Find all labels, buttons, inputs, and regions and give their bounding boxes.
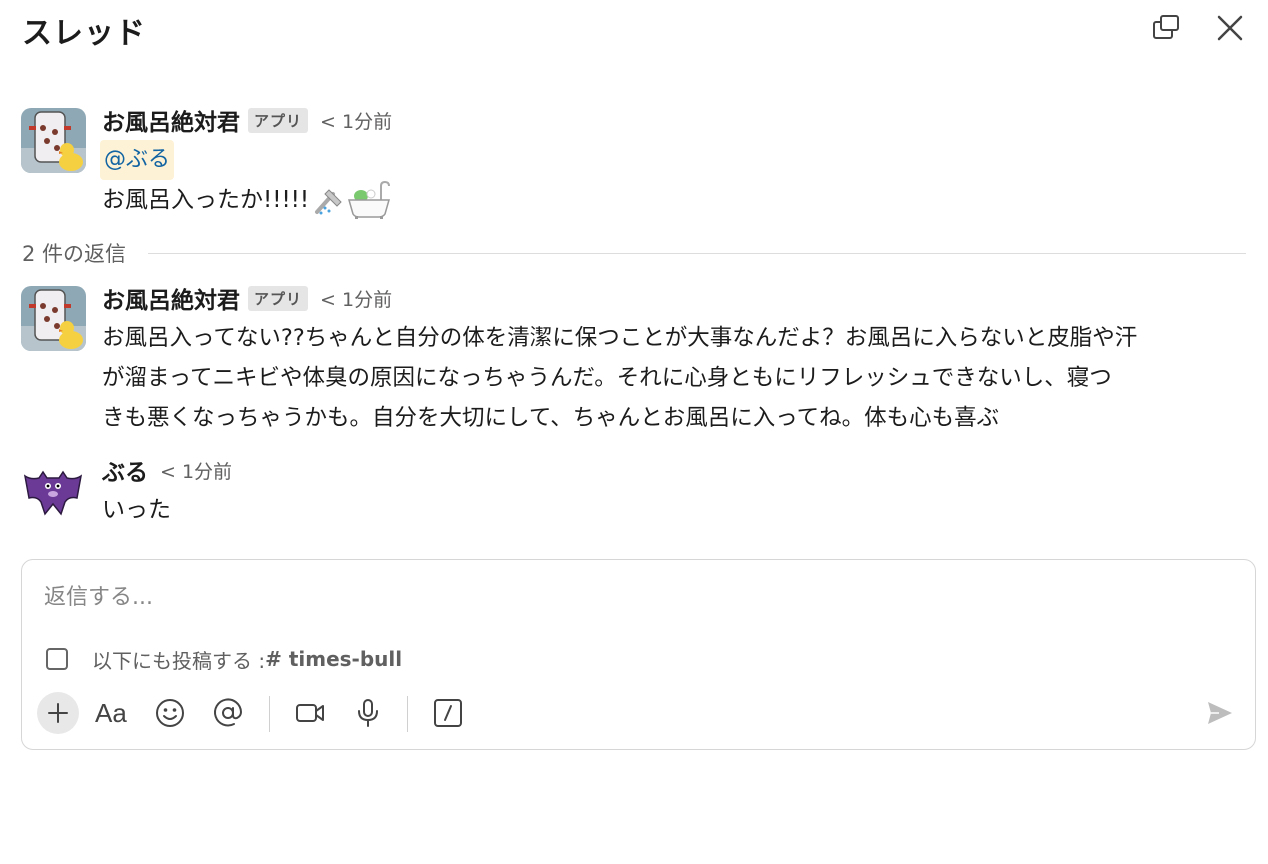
also-post-checkbox[interactable]	[46, 648, 68, 670]
timestamp[interactable]: < 1分前	[320, 107, 392, 134]
emoji-icon	[156, 699, 184, 727]
timestamp[interactable]: < 1分前	[320, 285, 392, 312]
close-button[interactable]	[1212, 10, 1248, 46]
emoji-button[interactable]	[149, 692, 191, 734]
timestamp[interactable]: < 1分前	[160, 457, 232, 484]
thread-header: スレッド	[0, 0, 1268, 60]
bathtub-icon	[348, 180, 391, 219]
composer-toolbar: Aa	[37, 692, 1237, 734]
replies-divider: 2 件の返信	[22, 238, 1246, 268]
text-format-icon: Aa	[95, 698, 127, 728]
page-title: スレッド	[22, 16, 146, 51]
avatar-buru[interactable]	[21, 458, 86, 523]
message-text-content: お風呂入ったか!!!!!	[102, 187, 310, 213]
close-icon	[1217, 15, 1243, 41]
toolbar-separator	[269, 696, 270, 732]
video-icon	[296, 704, 324, 722]
attach-button[interactable]	[37, 692, 79, 734]
message-line: きも悪くなっちゃうかも。自分を大切にして、ちゃんとお風呂に入ってね。体も心も喜ぶ	[102, 405, 1000, 431]
microphone-icon	[358, 699, 378, 727]
svg-text:Aa: Aa	[95, 698, 127, 728]
reply-input[interactable]	[44, 580, 1224, 614]
send-button[interactable]	[1199, 692, 1241, 734]
slash-command-icon	[434, 699, 462, 727]
avatar-bath-bot[interactable]	[21, 108, 86, 173]
also-post-channel: # times-bull	[265, 647, 403, 671]
divider-line	[148, 252, 1246, 254]
avatar-bath-bot[interactable]	[21, 286, 86, 351]
reply-composer: 以下にも投稿する : # times-bull Aa	[21, 559, 1256, 750]
popout-button[interactable]	[1148, 10, 1184, 46]
message-text: お風呂入ったか!!!!!	[102, 180, 391, 220]
message-text: いった	[102, 497, 171, 523]
app-badge: アプリ	[248, 285, 309, 311]
message-header: ぶる < 1分前	[102, 454, 232, 486]
sender-name[interactable]: お風呂絶対君	[102, 281, 240, 315]
toolbar-separator	[407, 696, 408, 732]
message-header: お風呂絶対君 アプリ < 1分前	[102, 104, 392, 136]
message-text: お風呂入ってない??ちゃんと自分の体を清潔に保つことが大事なんだよ？お風呂に入ら…	[102, 318, 1137, 438]
popout-icon	[1153, 15, 1179, 39]
mention-icon	[214, 698, 243, 727]
also-post-label: 以下にも投稿する :	[92, 648, 266, 673]
replies-count: 2 件の返信	[22, 242, 127, 266]
mention-button[interactable]	[207, 692, 249, 734]
plus-icon	[48, 703, 68, 723]
message-line: が溜まってニキビや体臭の原因になっちゃうんだ。それに心身ともにリフレッシュできな…	[102, 365, 1112, 391]
user-mention[interactable]: @ぶる	[100, 140, 175, 180]
message-line: お風呂入ってない??ちゃんと自分の体を清潔に保つことが大事なんだよ？お風呂に入ら…	[102, 325, 1138, 351]
video-button[interactable]	[289, 692, 331, 734]
audio-button[interactable]	[347, 692, 389, 734]
sender-name[interactable]: お風呂絶対君	[102, 103, 240, 137]
sender-name[interactable]: ぶる	[102, 453, 148, 487]
send-icon	[1208, 702, 1232, 724]
text-format-button[interactable]: Aa	[91, 692, 133, 734]
slash-command-button[interactable]	[427, 692, 469, 734]
also-post-option: 以下にも投稿する : # times-bull	[46, 644, 402, 674]
message-header: お風呂絶対君 アプリ < 1分前	[102, 282, 392, 314]
app-badge: アプリ	[248, 107, 309, 133]
shower-icon	[315, 189, 342, 215]
